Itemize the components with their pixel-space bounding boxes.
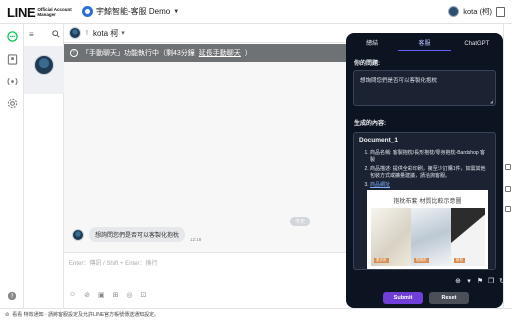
coupon-icon[interactable]: ◎ [127, 291, 133, 299]
emoji-icon[interactable]: ☺ [69, 291, 76, 299]
result-list: 商品名稱: 客製抱枕/長形抱枕/零身抱枕-Bardshop 客製 商品描述: 提… [359, 150, 490, 189]
user-name: kota (柯) [463, 7, 492, 16]
bottom-notice-bar: ⊘ 看看 特效通知 · 請將客服設定及允許LINE官方帳號傳送通知設定。 [0, 308, 512, 320]
sender-avatar [72, 228, 84, 241]
question-text: 想詢問您們是否可以客製化抱枕 [360, 78, 438, 84]
result-item-description: 商品描述: 提供全彩印刷，擁至少訂購1件，如需其他包裝方式或擴量建議，請洽詢客服… [370, 166, 490, 180]
submit-button[interactable]: Submit [383, 292, 423, 304]
broadcast-icon[interactable] [6, 75, 18, 87]
contact-avatar [34, 55, 54, 75]
product-image: 抱枕布套 材質比較示意圖 柔光布 短絨布 帆布 [367, 190, 488, 269]
message-time: 12:18 [190, 237, 202, 242]
fabric-tag: 柔光布 [374, 258, 389, 263]
message-input-placeholder: Enter：傳訊 / Shift + Enter：換行 [69, 261, 158, 267]
chatgpt-panel: 總結 客服 ChatGPT 你的問題: 想詢問您們是否可以客製化抱枕 ◢ 生成的… [346, 33, 506, 308]
fabric-tag: 帆布 [454, 258, 465, 263]
notice-text[interactable]: 看看 特效通知 · 請將客服設定及允許LINE官方帳號傳送通知設定。 [12, 311, 159, 318]
product-url-link[interactable]: 商品網址 [370, 182, 390, 188]
document-title: Document_1 [359, 137, 399, 144]
chevron-down-icon: ▼ [173, 8, 180, 15]
left-rail: ? [0, 24, 24, 308]
product-image-title: 抱枕布套 材質比較示意圖 [393, 198, 462, 205]
panel-tabs: 總結 客服 ChatGPT [346, 39, 503, 51]
question-label: 你的問題: [354, 61, 380, 67]
user-menu[interactable]: kota (柯) [448, 6, 505, 17]
chat-list: ≡ [24, 24, 64, 308]
contacts-icon[interactable] [6, 53, 18, 65]
copy-icon[interactable]: ❐ [487, 278, 495, 286]
help-icon[interactable]: ? [6, 290, 18, 302]
fabric-swatch: 短絨布 [411, 208, 451, 266]
tab-customer-service[interactable]: 客服 [398, 39, 451, 51]
line-logo[interactable]: LINE Official Account Manager [7, 4, 72, 20]
logo-subtitle: Official Account Manager [37, 7, 72, 17]
warning-icon: ! [86, 29, 88, 37]
composer-toolbar: ☺ ⊘ ▣ ⊞ ◎ ⊡ [69, 291, 147, 299]
template-icon[interactable]: ⊞ [113, 291, 119, 299]
chevron-down-icon[interactable]: ▾ [121, 29, 125, 37]
result-label: 生成的內容: [354, 121, 386, 127]
fabric-swatch: 帆布 [451, 208, 485, 266]
refresh-icon[interactable]: ↻ [498, 278, 506, 286]
message-row: 想詢問您們是否可以客製化抱枕 12:18 [72, 227, 201, 242]
menu-icon[interactable]: ≡ [29, 30, 34, 39]
top-bar: LINE Official Account Manager 宇鯨智能-客服 De… [0, 0, 512, 24]
image-icon[interactable]: ▣ [98, 291, 105, 299]
note-icon[interactable] [505, 186, 511, 192]
result-toolbar: ⊕ ▾ ⚑ ❐ ↻ [454, 278, 506, 286]
message-input-area[interactable]: Enter：傳訊 / Shift + Enter：換行 ☺ ⊘ ▣ ⊞ ◎ ⊡ [64, 252, 346, 308]
settings-gear-icon[interactable] [6, 97, 18, 109]
info-icon: ! [70, 49, 78, 57]
resize-handle-icon[interactable]: ◢ [490, 99, 493, 104]
open-external-icon[interactable] [496, 6, 505, 17]
result-item-name: 商品名稱: 客製抱枕/長形抱枕/零身抱枕-Bardshop 客製 [370, 150, 490, 164]
account-avatar-icon [82, 6, 93, 17]
right-strip [503, 24, 512, 308]
fabric-tag: 短絨布 [414, 258, 429, 263]
tab-summary[interactable]: 總結 [346, 39, 398, 51]
account-name: 宇鯨智能-客服 Demo [96, 7, 171, 16]
add-icon[interactable]: ⊕ [454, 278, 462, 286]
chat-icon[interactable] [6, 30, 18, 42]
manual-chat-banner: ! 「手動聊天」功能執行中（剩43分鐘 延長手動聊天 ） [64, 44, 346, 62]
notice-icon: ⊘ [5, 311, 10, 318]
attachment-icon[interactable]: ⊘ [84, 291, 90, 299]
banner-text: 「手動聊天」功能執行中（剩43分鐘 [82, 50, 195, 57]
fabric-swatch: 柔光布 [371, 208, 411, 266]
generated-content[interactable]: Document_1 商品名稱: 客製抱枕/長形抱枕/零身抱枕-Bardshop… [353, 132, 496, 270]
svg-text:?: ? [10, 294, 13, 300]
thumbs-down-icon[interactable]: ▾ [465, 278, 473, 286]
chat-list-item-selected[interactable] [24, 46, 64, 94]
date-divider: 今天 [290, 217, 311, 226]
logo-text: LINE [7, 4, 36, 20]
question-textarea[interactable]: 想詢問您們是否可以客製化抱枕 ◢ [353, 70, 496, 106]
banner-close-paren: ） [244, 50, 252, 57]
user-avatar [448, 6, 460, 17]
tab-chatgpt[interactable]: ChatGPT [451, 39, 503, 51]
account-switcher[interactable]: 宇鯨智能-客服 Demo ▼ [82, 6, 179, 17]
message-bubble[interactable]: 想詢問您們是否可以客製化抱枕 [89, 227, 186, 242]
flag-icon[interactable]: ⚑ [476, 278, 484, 286]
more-icon[interactable]: ⊡ [141, 291, 147, 299]
message-area[interactable]: 今天 想詢問您們是否可以客製化抱枕 12:18 [64, 62, 346, 252]
tag-icon[interactable] [505, 206, 511, 212]
chat-header: ! kota 柯 ▾ [64, 24, 346, 43]
search-icon[interactable] [52, 30, 60, 40]
extend-manual-chat-link[interactable]: 延長手動聊天 [199, 48, 241, 58]
result-item-url: 商品網址 [370, 182, 490, 189]
panel-toggle-icon[interactable] [505, 164, 511, 170]
contact-name: kota 柯 [92, 28, 119, 38]
reset-button[interactable]: Reset [429, 292, 469, 304]
header-avatar [69, 27, 81, 39]
